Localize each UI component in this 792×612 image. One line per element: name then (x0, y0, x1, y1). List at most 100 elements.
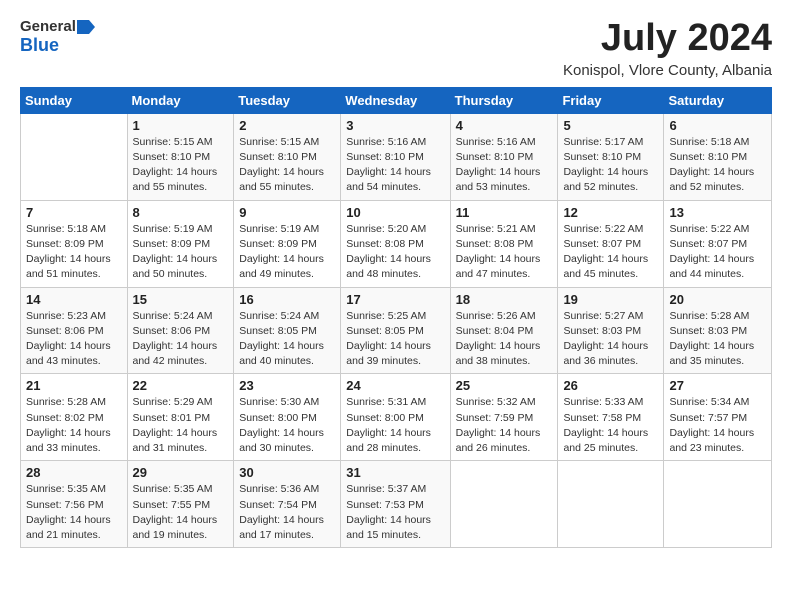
day-info: Sunrise: 5:16 AM Sunset: 8:10 PM Dayligh… (456, 135, 553, 196)
day-number: 2 (239, 118, 335, 133)
calendar-cell: 24Sunrise: 5:31 AM Sunset: 8:00 PM Dayli… (341, 374, 450, 461)
calendar-week-row: 7Sunrise: 5:18 AM Sunset: 8:09 PM Daylig… (21, 200, 772, 287)
calendar-cell: 13 Sunrise: 5:22 AM Sunset: 8:07 PM Dayli… (664, 200, 772, 287)
calendar-cell: 25 Sunrise: 5:32 AM Sunset: 7:59 PM Dayli… (450, 374, 558, 461)
day-info: Sunrise: 5:23 AM Sunset: 8:06 PM Dayligh… (26, 309, 122, 370)
logo-arrow-icon (77, 20, 95, 34)
calendar-table: SundayMondayTuesdayWednesdayThursdayFrid… (20, 87, 772, 548)
logo-blue: Blue (20, 35, 59, 56)
day-number: 31 (346, 465, 444, 480)
day-number: 24 (346, 378, 444, 393)
day-number: 27 (669, 378, 766, 393)
calendar-cell: 7Sunrise: 5:18 AM Sunset: 8:09 PM Daylig… (21, 200, 128, 287)
calendar-header-friday: Friday (558, 87, 664, 113)
day-number: 18 (456, 292, 553, 307)
day-info: Sunrise: 5:29 AM Sunset: 8:01 PM Dayligh… (133, 395, 229, 456)
calendar-cell: 18 Sunrise: 5:26 AM Sunset: 8:04 PM Dayli… (450, 287, 558, 374)
calendar-header-thursday: Thursday (450, 87, 558, 113)
day-info: Sunrise: 5:28 AM Sunset: 8:02 PM Dayligh… (26, 395, 122, 456)
day-info: Sunrise: 5:17 AM Sunset: 8:10 PM Dayligh… (563, 135, 658, 196)
calendar-cell: 9 Sunrise: 5:19 AM Sunset: 8:09 PM Daylig… (234, 200, 341, 287)
day-number: 19 (563, 292, 658, 307)
calendar-cell: 22 Sunrise: 5:29 AM Sunset: 8:01 PM Dayli… (127, 374, 234, 461)
day-number: 13 (669, 205, 766, 220)
calendar-week-row: 14 Sunrise: 5:23 AM Sunset: 8:06 PM Dayli… (21, 287, 772, 374)
month-title: July 2024 (563, 18, 772, 60)
page: General Blue July 2024 Konispol, Vlore C… (0, 0, 792, 612)
day-info: Sunrise: 5:19 AM Sunset: 8:09 PM Dayligh… (133, 222, 229, 283)
day-info: Sunrise: 5:34 AM Sunset: 7:57 PM Dayligh… (669, 395, 766, 456)
day-info: Sunrise: 5:30 AM Sunset: 8:00 PM Dayligh… (239, 395, 335, 456)
day-number: 3 (346, 118, 444, 133)
calendar-cell: 31 Sunrise: 5:37 AM Sunset: 7:53 PM Dayli… (341, 461, 450, 548)
title-block: July 2024 Konispol, Vlore County, Albani… (563, 18, 772, 79)
calendar-cell: 16 Sunrise: 5:24 AM Sunset: 8:05 PM Dayli… (234, 287, 341, 374)
day-number: 15 (133, 292, 229, 307)
calendar-cell: 23 Sunrise: 5:30 AM Sunset: 8:00 PM Dayli… (234, 374, 341, 461)
calendar-week-row: 21 Sunrise: 5:28 AM Sunset: 8:02 PM Dayli… (21, 374, 772, 461)
day-number: 16 (239, 292, 335, 307)
calendar-cell: 28 Sunrise: 5:35 AM Sunset: 7:56 PM Dayli… (21, 461, 128, 548)
day-number: 26 (563, 378, 658, 393)
calendar-cell (450, 461, 558, 548)
calendar-cell: 17Sunrise: 5:25 AM Sunset: 8:05 PM Dayli… (341, 287, 450, 374)
day-info: Sunrise: 5:35 AM Sunset: 7:56 PM Dayligh… (26, 482, 122, 543)
day-info: Sunrise: 5:18 AM Sunset: 8:09 PM Dayligh… (26, 222, 122, 283)
calendar-cell: 12Sunrise: 5:22 AM Sunset: 8:07 PM Dayli… (558, 200, 664, 287)
day-number: 4 (456, 118, 553, 133)
calendar-cell: 2 Sunrise: 5:15 AM Sunset: 8:10 PM Daylig… (234, 113, 341, 200)
logo: General Blue (20, 18, 95, 56)
day-number: 28 (26, 465, 122, 480)
day-number: 5 (563, 118, 658, 133)
logo-general: General (20, 18, 76, 35)
calendar-cell: 4 Sunrise: 5:16 AM Sunset: 8:10 PM Daylig… (450, 113, 558, 200)
calendar-cell: 20 Sunrise: 5:28 AM Sunset: 8:03 PM Dayli… (664, 287, 772, 374)
day-info: Sunrise: 5:25 AM Sunset: 8:05 PM Dayligh… (346, 309, 444, 370)
day-info: Sunrise: 5:37 AM Sunset: 7:53 PM Dayligh… (346, 482, 444, 543)
day-number: 11 (456, 205, 553, 220)
day-info: Sunrise: 5:24 AM Sunset: 8:06 PM Dayligh… (133, 309, 229, 370)
day-number: 21 (26, 378, 122, 393)
calendar-cell: 15 Sunrise: 5:24 AM Sunset: 8:06 PM Dayli… (127, 287, 234, 374)
day-info: Sunrise: 5:20 AM Sunset: 8:08 PM Dayligh… (346, 222, 444, 283)
day-number: 30 (239, 465, 335, 480)
day-info: Sunrise: 5:16 AM Sunset: 8:10 PM Dayligh… (346, 135, 444, 196)
calendar-cell: 10 Sunrise: 5:20 AM Sunset: 8:08 PM Dayli… (341, 200, 450, 287)
calendar-cell (664, 461, 772, 548)
day-number: 6 (669, 118, 766, 133)
calendar-cell: 5 Sunrise: 5:17 AM Sunset: 8:10 PM Daylig… (558, 113, 664, 200)
day-info: Sunrise: 5:26 AM Sunset: 8:04 PM Dayligh… (456, 309, 553, 370)
calendar-header-sunday: Sunday (21, 87, 128, 113)
day-info: Sunrise: 5:33 AM Sunset: 7:58 PM Dayligh… (563, 395, 658, 456)
calendar-header-tuesday: Tuesday (234, 87, 341, 113)
calendar-cell (21, 113, 128, 200)
header: General Blue July 2024 Konispol, Vlore C… (20, 18, 772, 79)
day-number: 8 (133, 205, 229, 220)
day-number: 14 (26, 292, 122, 307)
day-number: 9 (239, 205, 335, 220)
calendar-cell: 27 Sunrise: 5:34 AM Sunset: 7:57 PM Dayli… (664, 374, 772, 461)
day-info: Sunrise: 5:32 AM Sunset: 7:59 PM Dayligh… (456, 395, 553, 456)
day-info: Sunrise: 5:24 AM Sunset: 8:05 PM Dayligh… (239, 309, 335, 370)
day-number: 20 (669, 292, 766, 307)
calendar-header-wednesday: Wednesday (341, 87, 450, 113)
calendar-week-row: 28 Sunrise: 5:35 AM Sunset: 7:56 PM Dayli… (21, 461, 772, 548)
day-number: 23 (239, 378, 335, 393)
calendar-cell: 30Sunrise: 5:36 AM Sunset: 7:54 PM Dayli… (234, 461, 341, 548)
calendar-cell: 3 Sunrise: 5:16 AM Sunset: 8:10 PM Daylig… (341, 113, 450, 200)
day-info: Sunrise: 5:28 AM Sunset: 8:03 PM Dayligh… (669, 309, 766, 370)
day-number: 22 (133, 378, 229, 393)
day-info: Sunrise: 5:15 AM Sunset: 8:10 PM Dayligh… (239, 135, 335, 196)
calendar-header-monday: Monday (127, 87, 234, 113)
day-number: 10 (346, 205, 444, 220)
day-number: 1 (133, 118, 229, 133)
calendar-cell: 26 Sunrise: 5:33 AM Sunset: 7:58 PM Dayli… (558, 374, 664, 461)
day-number: 25 (456, 378, 553, 393)
day-info: Sunrise: 5:18 AM Sunset: 8:10 PM Dayligh… (669, 135, 766, 196)
calendar-header-row: SundayMondayTuesdayWednesdayThursdayFrid… (21, 87, 772, 113)
day-info: Sunrise: 5:22 AM Sunset: 8:07 PM Dayligh… (669, 222, 766, 283)
day-info: Sunrise: 5:22 AM Sunset: 8:07 PM Dayligh… (563, 222, 658, 283)
day-info: Sunrise: 5:27 AM Sunset: 8:03 PM Dayligh… (563, 309, 658, 370)
day-info: Sunrise: 5:19 AM Sunset: 8:09 PM Dayligh… (239, 222, 335, 283)
calendar-cell: 19 Sunrise: 5:27 AM Sunset: 8:03 PM Dayli… (558, 287, 664, 374)
